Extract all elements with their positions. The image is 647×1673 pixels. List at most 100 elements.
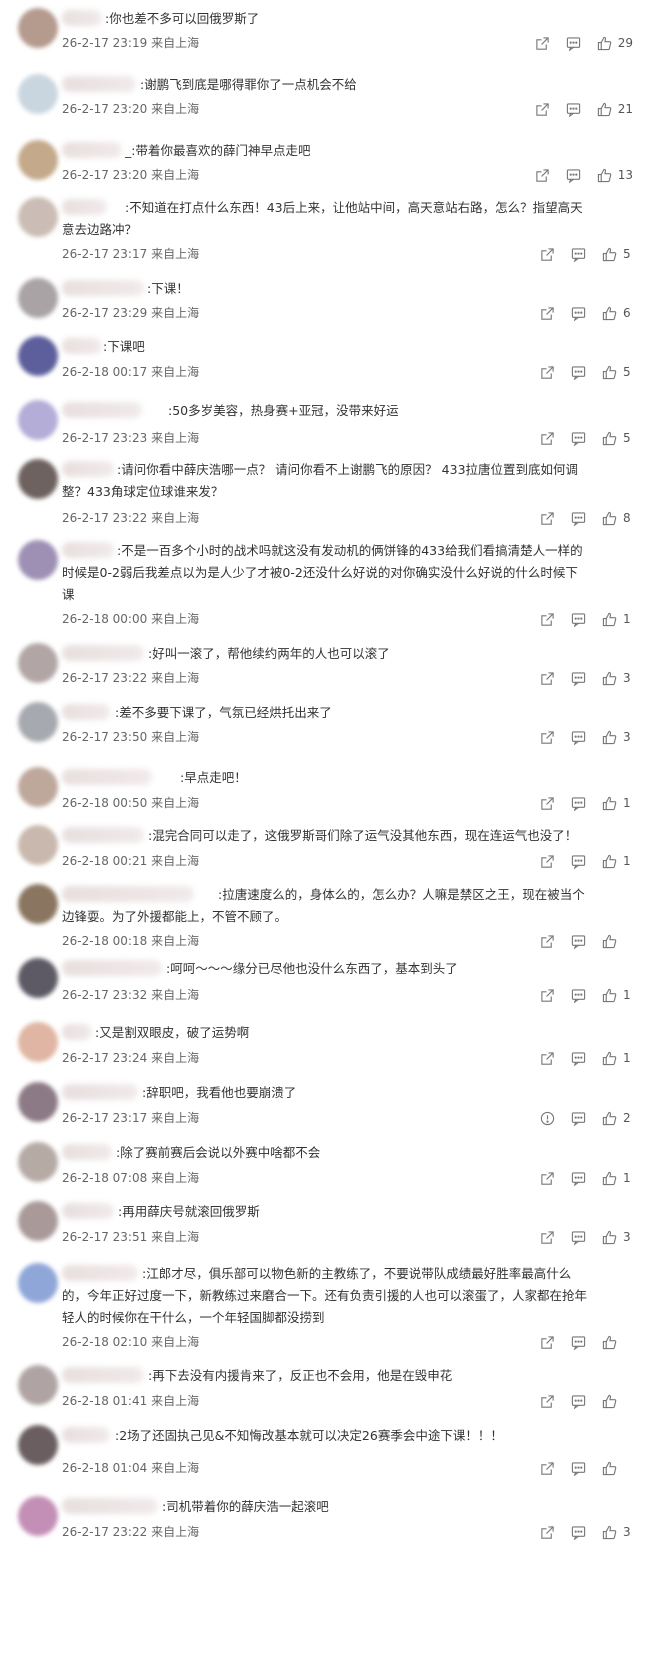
avatar[interactable] (18, 74, 58, 114)
reply-icon[interactable] (571, 796, 586, 811)
like-icon[interactable]: 1 (602, 1051, 633, 1066)
share-icon[interactable] (540, 1230, 555, 1245)
share-icon[interactable] (535, 168, 550, 183)
share-icon[interactable] (540, 431, 555, 446)
like-icon[interactable]: 1 (602, 796, 633, 811)
avatar[interactable] (18, 8, 58, 48)
reply-icon[interactable] (571, 854, 586, 869)
reply-icon[interactable] (571, 365, 586, 380)
like-icon[interactable]: 6 (602, 306, 633, 321)
comment-text: :辞职吧，我看他也要崩溃了 (142, 1085, 297, 1100)
share-icon[interactable] (535, 102, 550, 117)
avatar[interactable] (18, 825, 58, 865)
share-icon[interactable] (540, 854, 555, 869)
avatar[interactable] (18, 702, 58, 742)
avatar[interactable] (18, 400, 58, 440)
avatar[interactable] (18, 140, 58, 180)
avatar[interactable] (18, 1425, 58, 1465)
reply-icon[interactable] (571, 1525, 586, 1540)
comment-text: :再用薛庆号就滚回俄罗斯 (118, 1204, 260, 1219)
like-icon[interactable] (602, 934, 633, 949)
reply-icon[interactable] (571, 1335, 586, 1350)
avatar[interactable] (18, 1142, 58, 1182)
reply-icon[interactable] (566, 168, 581, 183)
comment-item: :除了赛前赛后会说以外赛中啥都不会 26-2-18 07:08 来自上海 1 (0, 1142, 647, 1196)
share-icon[interactable] (540, 1394, 555, 1409)
like-icon[interactable] (602, 1461, 633, 1476)
reply-icon[interactable] (571, 511, 586, 526)
share-icon[interactable] (540, 988, 555, 1003)
like-icon[interactable]: 5 (602, 365, 633, 380)
like-icon[interactable]: 3 (602, 1230, 633, 1245)
share-icon[interactable] (540, 796, 555, 811)
share-icon[interactable] (540, 934, 555, 949)
comment-time: 26-2-18 00:00 (62, 612, 148, 626)
like-icon[interactable]: 29 (597, 36, 633, 51)
share-icon[interactable] (540, 1171, 555, 1186)
reply-icon[interactable] (566, 102, 581, 117)
avatar[interactable] (18, 278, 58, 318)
reply-icon[interactable] (571, 612, 586, 627)
like-icon[interactable]: 1 (602, 612, 633, 627)
reply-icon[interactable] (571, 1171, 586, 1186)
reply-icon[interactable] (566, 36, 581, 51)
like-icon[interactable] (602, 1335, 633, 1350)
share-icon[interactable] (535, 36, 550, 51)
share-icon[interactable] (540, 511, 555, 526)
avatar[interactable] (18, 336, 58, 376)
like-icon[interactable]: 8 (602, 511, 633, 526)
share-icon[interactable] (540, 671, 555, 686)
comment-time: 26-2-18 00:18 (62, 934, 148, 948)
share-icon[interactable] (540, 247, 555, 262)
like-icon[interactable]: 1 (602, 988, 633, 1003)
share-icon[interactable] (540, 1335, 555, 1350)
like-icon[interactable]: 3 (602, 671, 633, 686)
reply-icon[interactable] (571, 247, 586, 262)
avatar[interactable] (18, 958, 58, 998)
reply-icon[interactable] (571, 671, 586, 686)
comment-item: :你也差不多可以回俄罗斯了 26-2-17 23:19 来自上海 29 (0, 8, 647, 61)
reply-icon[interactable] (571, 1461, 586, 1476)
share-icon[interactable] (540, 730, 555, 745)
avatar[interactable] (18, 1263, 58, 1303)
like-icon[interactable]: 5 (602, 431, 633, 446)
avatar[interactable] (18, 1082, 58, 1122)
like-icon[interactable]: 2 (602, 1111, 633, 1126)
like-icon[interactable] (602, 1394, 633, 1409)
share-icon[interactable] (540, 612, 555, 627)
avatar[interactable] (18, 459, 58, 499)
like-icon[interactable]: 1 (602, 854, 633, 869)
like-icon[interactable]: 5 (602, 247, 633, 262)
avatar[interactable] (18, 767, 58, 807)
like-icon[interactable]: 21 (597, 102, 633, 117)
like-count: 1 (623, 988, 631, 1002)
comment-actions: 1 (524, 986, 633, 1004)
avatar[interactable] (18, 1201, 58, 1241)
avatar[interactable] (18, 884, 58, 924)
like-icon[interactable]: 1 (602, 1171, 633, 1186)
avatar[interactable] (18, 197, 58, 237)
share-icon[interactable] (540, 306, 555, 321)
share-icon[interactable] (540, 365, 555, 380)
avatar[interactable] (18, 1496, 58, 1536)
avatar[interactable] (18, 1365, 58, 1405)
like-icon[interactable]: 3 (602, 1525, 633, 1540)
avatar[interactable] (18, 1022, 58, 1062)
reply-icon[interactable] (571, 1394, 586, 1409)
reply-icon[interactable] (571, 431, 586, 446)
like-icon[interactable]: 3 (602, 730, 633, 745)
reply-icon[interactable] (571, 934, 586, 949)
reply-icon[interactable] (571, 730, 586, 745)
avatar[interactable] (18, 643, 58, 683)
share-icon[interactable] (540, 1461, 555, 1476)
reply-icon[interactable] (571, 1111, 586, 1126)
reply-icon[interactable] (571, 1230, 586, 1245)
reply-icon[interactable] (571, 988, 586, 1003)
reply-icon[interactable] (571, 306, 586, 321)
share-icon[interactable] (540, 1051, 555, 1066)
like-icon[interactable]: 13 (597, 168, 633, 183)
avatar[interactable] (18, 540, 58, 580)
reply-icon[interactable] (571, 1051, 586, 1066)
report-icon[interactable] (540, 1111, 555, 1126)
share-icon[interactable] (540, 1525, 555, 1540)
